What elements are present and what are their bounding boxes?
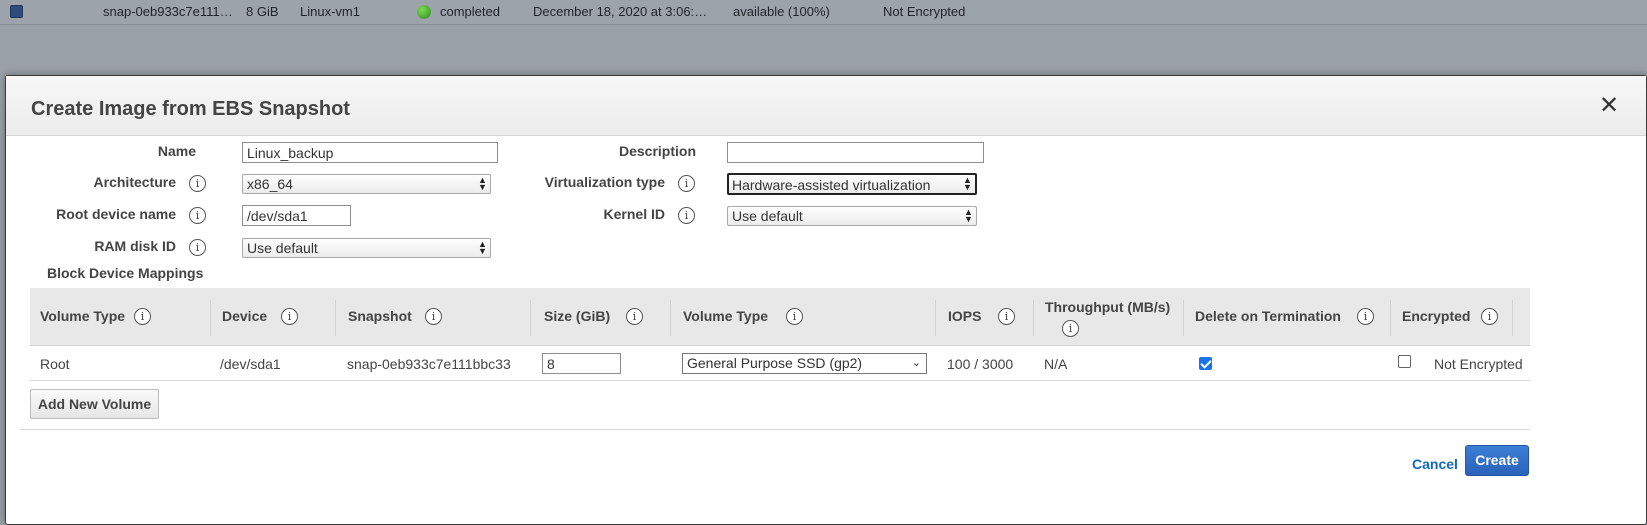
cancel-button[interactable]: Cancel xyxy=(1412,456,1458,472)
architecture-label: Architecture xyxy=(93,174,176,190)
row-iops: 100 / 3000 xyxy=(947,356,1014,372)
col-snapshot: Snapshot xyxy=(348,308,412,324)
ramdisk-label: RAM disk ID xyxy=(94,238,176,254)
col-volume-type: Volume Type xyxy=(40,308,126,324)
kernel-info-icon[interactable]: i xyxy=(678,207,695,224)
description-label: Description xyxy=(618,143,696,159)
column-divider xyxy=(530,300,531,336)
column-divider xyxy=(1390,300,1391,336)
name-label: Name xyxy=(157,143,196,159)
col-size: Size (GiB) xyxy=(544,308,611,324)
row-device: /dev/sda1 xyxy=(220,356,281,372)
col-encrypted: Encrypted xyxy=(1402,308,1471,324)
started-cell: December 18, 2020 at 3:06:… xyxy=(533,4,708,19)
dialog-title: Create Image from EBS Snapshot xyxy=(31,98,350,120)
column-divider xyxy=(1183,300,1184,336)
ebs-volume-type-select[interactable]: General Purpose SSD (gp2) ⌄ xyxy=(682,353,927,374)
virtualization-info-icon[interactable]: i xyxy=(678,175,695,192)
delete-on-termination-checkbox[interactable] xyxy=(1199,357,1212,370)
row-snapshot: snap-0eb933c7e111bbc33 xyxy=(347,356,511,372)
row-volume-type: Root xyxy=(40,356,70,372)
status-cell: completed xyxy=(440,4,500,19)
kernel-select[interactable]: Use default ▲ ▼ xyxy=(727,206,977,226)
col-throughput-info-icon[interactable]: i xyxy=(1062,320,1079,337)
column-divider xyxy=(670,300,671,336)
select-arrows-icon: ▲ ▼ xyxy=(478,175,487,192)
ramdisk-info-icon[interactable]: i xyxy=(189,239,206,256)
col-size-info-icon[interactable]: i xyxy=(626,308,643,325)
col-iops-info-icon[interactable]: i xyxy=(998,308,1015,325)
table-header: Volume Type i Device i Snapshot i Size (… xyxy=(30,288,1530,346)
virtualization-select[interactable]: Hardware-assisted virtualization ▲ ▼ xyxy=(727,173,977,195)
architecture-select[interactable]: x86_64 ▲ ▼ xyxy=(242,174,491,194)
col-device-info-icon[interactable]: i xyxy=(281,308,298,325)
col-throughput: Throughput (MB/s) xyxy=(1045,299,1171,315)
col-device: Device xyxy=(222,308,268,324)
col-ebs-volume-type-info-icon[interactable]: i xyxy=(786,308,803,325)
col-iops: IOPS xyxy=(948,308,982,324)
root-device-input[interactable] xyxy=(242,205,351,226)
description-cell: Linux-vm1 xyxy=(300,4,360,19)
select-arrows-icon: ▲ ▼ xyxy=(964,207,973,224)
col-snapshot-info-icon[interactable]: i xyxy=(425,308,442,325)
create-image-dialog: Create Image from EBS Snapshot ✕ Name De… xyxy=(5,75,1647,525)
column-divider xyxy=(1512,300,1513,336)
ramdisk-select[interactable]: Use default ▲ ▼ xyxy=(242,238,491,258)
encrypted-checkbox[interactable] xyxy=(1398,355,1411,368)
kernel-value: Use default xyxy=(732,208,803,224)
snapshot-id-cell: snap-0eb933c7e111… xyxy=(103,4,233,19)
virtualization-value: Hardware-assisted virtualization xyxy=(732,177,931,193)
column-divider xyxy=(935,300,936,336)
divider xyxy=(20,429,1530,430)
chevron-down-icon: ⌄ xyxy=(911,357,921,369)
encryption-cell: Not Encrypted xyxy=(883,4,966,19)
col-delete-on-termination: Delete on Termination xyxy=(1195,308,1341,324)
status-dot-icon xyxy=(417,5,431,19)
block-device-mappings-heading: Block Device Mappings xyxy=(47,265,204,281)
row-encryption-status: Not Encrypted xyxy=(1434,356,1523,372)
column-divider xyxy=(1033,300,1034,336)
col-volume-type-info-icon[interactable]: i xyxy=(134,308,151,325)
col-delete-info-icon[interactable]: i xyxy=(1357,308,1374,325)
name-input[interactable] xyxy=(242,142,498,163)
select-arrows-icon: ▲ ▼ xyxy=(963,175,972,192)
description-input[interactable] xyxy=(727,142,984,163)
close-icon[interactable]: ✕ xyxy=(1598,94,1620,118)
table-row: Root /dev/sda1 snap-0eb933c7e111bbc33 Ge… xyxy=(30,346,1530,381)
architecture-info-icon[interactable]: i xyxy=(189,175,206,192)
dialog-header: Create Image from EBS Snapshot ✕ xyxy=(6,76,1646,136)
root-device-label: Root device name xyxy=(56,206,176,222)
ebs-volume-type-value: General Purpose SSD (gp2) xyxy=(687,355,863,371)
select-arrows-icon: ▲ ▼ xyxy=(478,239,487,256)
root-device-info-icon[interactable]: i xyxy=(189,207,206,224)
column-divider xyxy=(335,300,336,336)
architecture-value: x86_64 xyxy=(247,176,293,192)
kernel-label: Kernel ID xyxy=(603,206,665,222)
row-throughput: N/A xyxy=(1044,356,1068,372)
add-new-volume-button[interactable]: Add New Volume xyxy=(30,389,159,419)
size-input[interactable] xyxy=(542,353,621,374)
size-cell: 8 GiB xyxy=(246,4,279,19)
block-device-table: Volume Type i Device i Snapshot i Size (… xyxy=(30,288,1530,381)
column-divider xyxy=(210,300,211,336)
progress-cell: available (100%) xyxy=(733,4,830,19)
create-button[interactable]: Create xyxy=(1465,445,1529,476)
row-select-checkbox[interactable] xyxy=(10,5,23,18)
snapshot-row[interactable]: snap-0eb933c7e111… 8 GiB Linux-vm1 compl… xyxy=(0,0,1647,25)
virtualization-label: Virtualization type xyxy=(544,174,665,190)
col-encrypted-info-icon[interactable]: i xyxy=(1481,308,1498,325)
ramdisk-value: Use default xyxy=(247,240,318,256)
col-ebs-volume-type: Volume Type xyxy=(683,308,769,324)
